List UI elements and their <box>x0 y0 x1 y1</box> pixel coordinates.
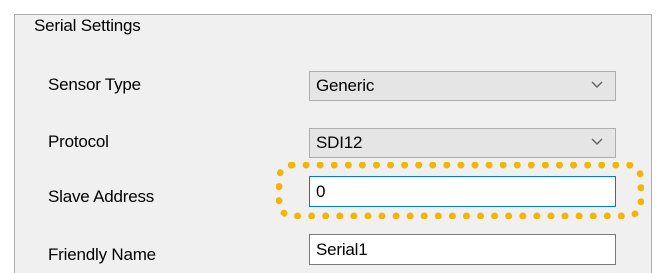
friendly-name-label: Friendly Name <box>48 245 156 264</box>
friendly-name-input[interactable]: Serial1 <box>309 234 616 265</box>
slave-address-value: 0 <box>316 182 326 201</box>
group-title: Serial Settings <box>34 16 141 35</box>
chevron-down-icon <box>591 138 603 145</box>
protocol-dropdown[interactable]: SDI12 <box>309 128 616 158</box>
sensor-type-dropdown[interactable]: Generic <box>309 71 616 101</box>
protocol-value: SDI12 <box>316 133 363 152</box>
sensor-type-value: Generic <box>316 76 375 95</box>
serial-settings-screen: Serial Settings Sensor Type Generic Prot… <box>0 0 660 273</box>
protocol-label: Protocol <box>48 132 109 151</box>
friendly-name-value: Serial1 <box>316 240 368 259</box>
chevron-down-icon <box>591 81 603 88</box>
slave-address-label: Slave Address <box>48 187 155 206</box>
slave-address-input[interactable]: 0 <box>309 176 616 207</box>
sensor-type-label: Sensor Type <box>48 75 141 94</box>
